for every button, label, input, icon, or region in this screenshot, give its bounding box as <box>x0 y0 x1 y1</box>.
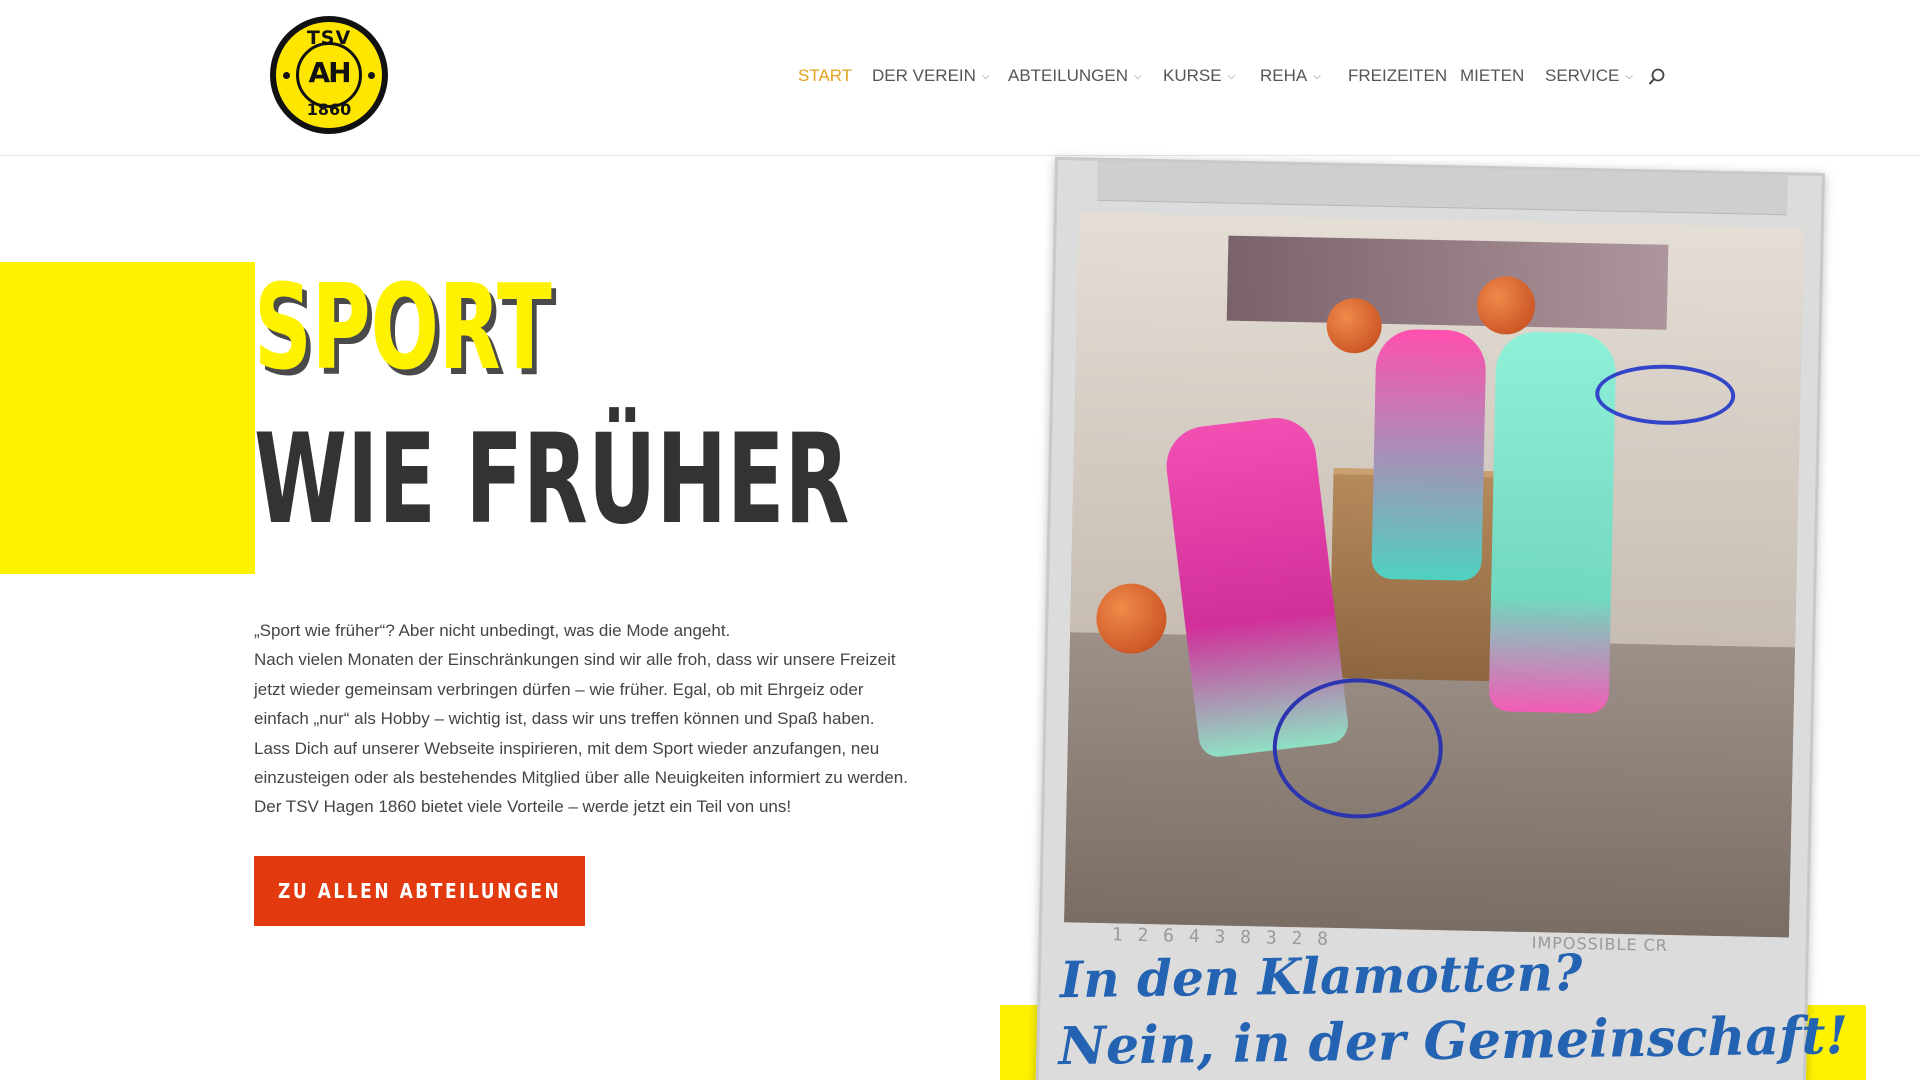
person-sitting <box>1371 328 1487 581</box>
hero-paragraph-line: jetzt wieder gemeinsam verbringen dürfen… <box>254 679 864 699</box>
polaroid-photo: 1 2 6 4 3 8 3 2 8 IMPOSSIBLE CR In den K… <box>1035 156 1849 1080</box>
site-header: TSV AH 1860 START DER VEREIN ⌵ ABTEILUNGE… <box>0 0 1920 156</box>
search-icon[interactable] <box>1648 68 1666 86</box>
nav-item-freizeiten[interactable]: FREIZEITEN <box>1348 66 1447 86</box>
caption-line2: Nein, in der Gemeinschaft! <box>1058 1005 1849 1078</box>
nav-item-service[interactable]: SERVICE ⌵ <box>1545 66 1633 86</box>
hero-heading-line1: SPORT <box>254 258 552 396</box>
nav-item-kurse[interactable]: KURSE ⌵ <box>1163 66 1235 86</box>
nav-item-der-verein[interactable]: DER VEREIN ⌵ <box>872 66 990 86</box>
chevron-down-icon: ⌵ <box>1625 71 1633 82</box>
hero-paragraph-line: Nach vielen Monaten der Einschränkungen … <box>254 650 896 670</box>
chevron-down-icon: ⌵ <box>981 71 990 82</box>
hero-paragraph-line: „Sport wie früher“? Aber nicht unbedingt… <box>254 621 731 640</box>
chevron-down-icon: ⌵ <box>1227 71 1236 82</box>
logo-top-text: TSV <box>306 27 352 49</box>
caption-line1: In den Klamotten? <box>1059 942 1583 1010</box>
nav-item-mieten[interactable]: MIETEN <box>1460 66 1524 86</box>
hero-paragraph-line: Der TSV Hagen 1860 bietet viele Vorteile… <box>254 797 792 817</box>
retro-tracksuit-photo <box>1064 212 1804 938</box>
tape-strip <box>1097 160 1788 216</box>
hero-paragraph-line: einzusteigen oder als bestehendes Mitgli… <box>254 768 908 788</box>
hero-description: „Sport wie früher“? Aber nicht unbedingt… <box>254 616 934 822</box>
hero-heading-line2: WIE FRÜHER <box>254 408 850 552</box>
chevron-down-icon: ⌵ <box>1313 71 1321 82</box>
hero-paragraph-line: Lass Dich auf unserer Webseite inspirier… <box>254 738 880 758</box>
nav-item-reha[interactable]: REHA ⌵ <box>1260 66 1321 86</box>
chevron-down-icon: ⌵ <box>1133 71 1142 82</box>
logo-monogram: AH <box>308 56 351 89</box>
hero-paragraph-line: einfach „nur“ als Hobby – wichtig ist, d… <box>254 709 875 729</box>
all-departments-button[interactable]: ZU ALLEN ABTEILUNGEN <box>254 856 585 926</box>
nav-item-abteilungen[interactable]: ABTEILUNGEN ⌵ <box>1008 66 1142 86</box>
yellow-accent-block <box>0 262 255 574</box>
club-logo[interactable]: TSV AH 1860 <box>270 16 388 134</box>
logo-bottom-text: 1860 <box>306 100 352 119</box>
nav-item-start[interactable]: START <box>798 66 852 86</box>
